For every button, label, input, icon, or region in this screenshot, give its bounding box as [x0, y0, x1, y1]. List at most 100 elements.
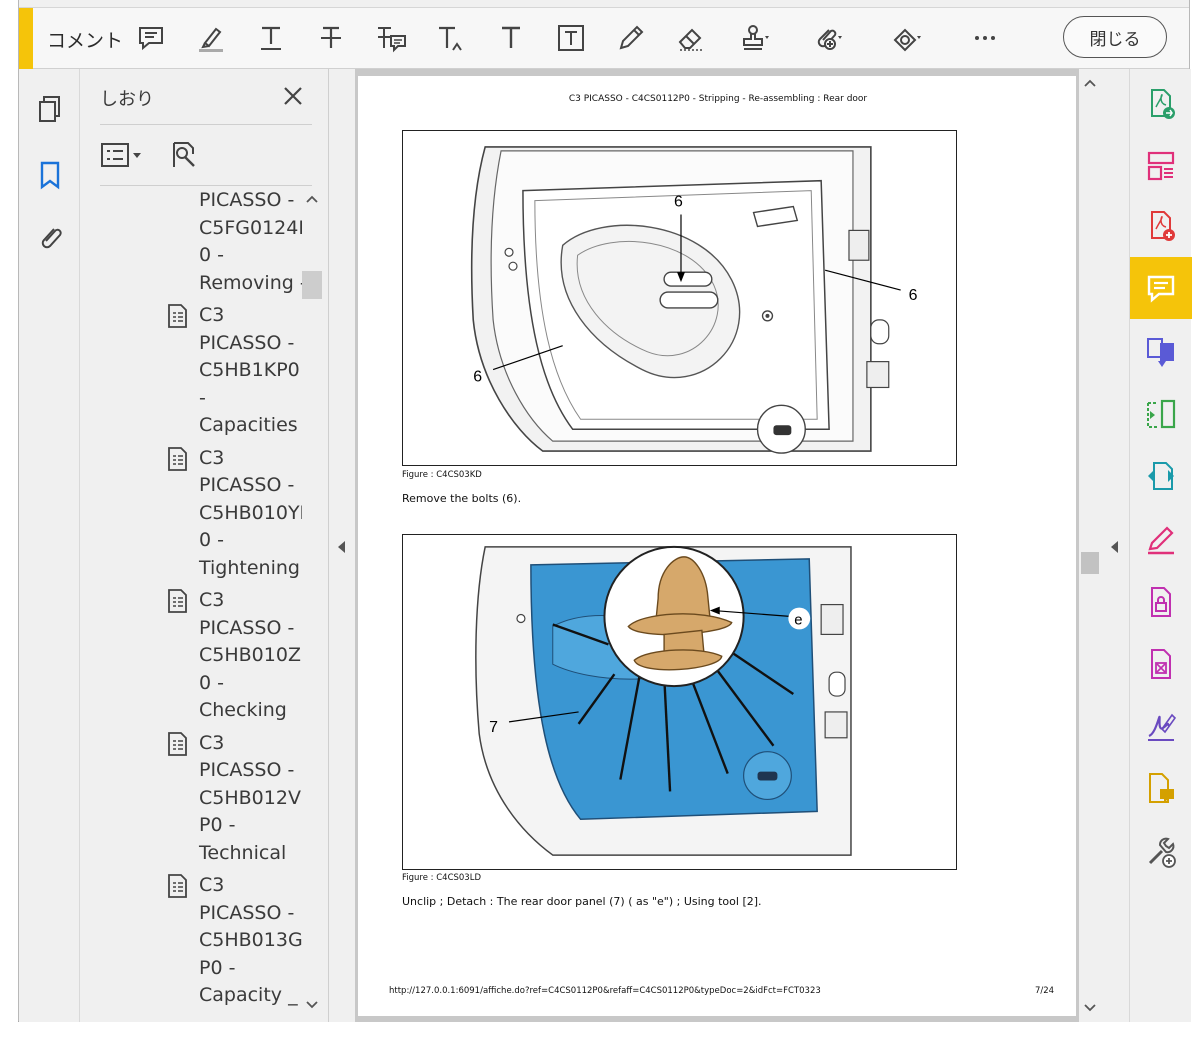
- bookmarks-panel-title: しおり: [100, 89, 154, 110]
- document-view[interactable]: C3 PICASSO - C4CS0112P0 - Stripping - Re…: [355, 69, 1079, 1022]
- find-bookmark-icon[interactable]: [170, 137, 200, 173]
- export-pdf-tool-button[interactable]: [1130, 73, 1192, 135]
- compress-icon: [1147, 399, 1176, 429]
- rear-door-drawing: 6 6 6: [470, 146, 918, 454]
- combine-files-icon: [1147, 338, 1174, 367]
- bookmark-label-line: 0 -: [199, 244, 224, 266]
- close-comment-button[interactable]: 閉じる: [1063, 16, 1167, 58]
- compress-tool-button[interactable]: [1130, 383, 1192, 445]
- pdf-page: C3 PICASSO - C4CS0112P0 - Stripping - Re…: [358, 76, 1076, 1016]
- fill-sign-tool-button[interactable]: [1130, 509, 1192, 571]
- figure-door-panel: e 7: [402, 534, 957, 870]
- share-comment-tool-button[interactable]: [1130, 757, 1192, 819]
- panel-divider: [100, 124, 312, 125]
- stamp-icon[interactable]: [737, 20, 773, 56]
- more-icon[interactable]: [967, 20, 1003, 56]
- sticky-note-icon[interactable]: [133, 20, 169, 56]
- replace-text-icon[interactable]: [373, 20, 409, 56]
- door-panel-drawing: e 7: [475, 545, 852, 856]
- request-signature-tool-button[interactable]: [1130, 695, 1192, 757]
- fill-sign-icon: [1148, 526, 1174, 555]
- bookmark-label-line: PICASSO -: [199, 759, 295, 781]
- bookmark-label-line: PICASSO -: [199, 901, 295, 924]
- bookmark-label-line: C5HB010ZP: [199, 644, 302, 666]
- request-signature-icon: [1148, 713, 1177, 741]
- toolbar-title: コメント: [47, 30, 124, 52]
- attachments-icon[interactable]: [32, 219, 68, 255]
- bookmark-options-button[interactable]: [100, 137, 150, 173]
- bookmark-page-icon: [168, 589, 187, 613]
- bookmark-label-line: C3: [199, 304, 225, 326]
- more-tools-icon: [1148, 837, 1176, 868]
- bookmark-label-line: C3: [199, 446, 225, 469]
- bookmark-label-line: Checking: [199, 699, 287, 721]
- left-navigation-rail: [19, 69, 80, 1022]
- create-pdf-tool-button[interactable]: [1130, 195, 1192, 257]
- collapse-left-icon: [338, 541, 345, 553]
- bookmark-scrollbar[interactable]: [302, 189, 322, 1019]
- shapes-icon[interactable]: [889, 20, 925, 56]
- bookmark-page-icon: [168, 731, 187, 756]
- attach-file-icon[interactable]: [809, 20, 845, 56]
- redact-icon: [1151, 649, 1171, 679]
- instruction-text: Remove the bolts (6).: [402, 492, 522, 505]
- bookmark-item[interactable]: PICASSO - C5FG0124P 0 - Removing -: [80, 187, 302, 302]
- callout-label: 6: [909, 287, 918, 304]
- combine-files-tool-button[interactable]: [1130, 321, 1192, 383]
- bookmark-label-line: -: [199, 386, 206, 409]
- strikethrough-icon[interactable]: [313, 20, 349, 56]
- page-footer-url: http://127.0.0.1:6091/affiche.do?ref=C4C…: [389, 986, 821, 996]
- bookmark-label-line: Capacity _: [199, 984, 298, 1006]
- protect-icon: [1151, 587, 1171, 617]
- figure-door-bolts: 6 6 6: [402, 130, 957, 466]
- bookmark-label-line: PICASSO -: [199, 616, 295, 639]
- page-thumbnails-icon[interactable]: [32, 91, 68, 127]
- collapse-left-panel-strip[interactable]: [329, 69, 355, 1022]
- text-box-icon[interactable]: [553, 20, 589, 56]
- comment-tool-button[interactable]: [1130, 257, 1192, 319]
- document-scrollbar[interactable]: [1079, 69, 1101, 1022]
- callout-label: 7: [489, 719, 498, 736]
- highlight-icon[interactable]: [193, 20, 229, 56]
- collapse-right-panel-strip[interactable]: [1101, 69, 1129, 1022]
- bookmark-page-icon: [168, 874, 187, 898]
- add-text-icon[interactable]: [493, 20, 529, 56]
- bookmark-label-line: C3: [199, 731, 225, 754]
- bookmark-label-line: Technical: [199, 841, 287, 864]
- bookmark-page-icon: [168, 304, 187, 328]
- callout-label: e: [794, 612, 802, 628]
- callout-label: 6: [674, 194, 683, 211]
- bookmark-label-line: 0 -: [199, 671, 224, 694]
- bookmark-item[interactable]: C3 PICASSO - C5HB012V P0 - Technical: [80, 730, 302, 873]
- pencil-icon[interactable]: [613, 20, 649, 56]
- send-for-review-tool-button[interactable]: [1130, 445, 1192, 507]
- bookmark-label-line: Tightening: [199, 556, 300, 579]
- close-panel-icon[interactable]: [280, 83, 306, 109]
- bookmarks-icon[interactable]: [32, 157, 68, 193]
- bookmark-item[interactable]: C3 PICASSO - C5HB010YP 0 - Tightening: [80, 445, 302, 588]
- protect-tool-button[interactable]: [1130, 571, 1192, 633]
- bookmark-item[interactable]: C3 PICASSO - C5HB013G P0 - Capacity _: [80, 872, 302, 1015]
- bookmark-label-line: PICASSO -: [199, 474, 295, 496]
- underline-text-icon[interactable]: [253, 20, 289, 56]
- organize-pages-tool-button[interactable]: [1130, 135, 1192, 197]
- page-header: C3 PICASSO - C4CS0112P0 - Stripping - Re…: [568, 94, 868, 104]
- collapse-right-icon: [1111, 541, 1118, 553]
- bookmark-label-line: C5HB012V: [199, 786, 301, 809]
- more-tools-tool-button[interactable]: [1130, 821, 1192, 883]
- insert-text-icon[interactable]: [433, 20, 469, 56]
- eraser-icon[interactable]: [673, 20, 709, 56]
- bookmark-item[interactable]: C3 PICASSO - C5HB1KP0 - Capacities: [80, 302, 302, 445]
- bookmark-label-line: PICASSO -: [199, 189, 295, 211]
- bookmark-label-line: C5HB013G: [199, 929, 302, 951]
- bookmark-scroll-thumb[interactable]: [302, 271, 322, 299]
- instruction-text: Unclip ; Detach : The rear door panel (7…: [402, 895, 762, 908]
- panel-divider: [100, 185, 312, 186]
- bookmark-label-line: C3: [199, 874, 225, 896]
- bookmark-label-line: Removing -: [199, 271, 302, 294]
- bookmark-label-line: C5FG0124P: [199, 216, 302, 239]
- redact-tool-button[interactable]: [1130, 633, 1192, 695]
- bookmark-item[interactable]: C3 PICASSO - C5HB010ZP 0 - Checking: [80, 587, 302, 730]
- document-scroll-thumb[interactable]: [1081, 552, 1099, 574]
- comment-toolbar: コメント 閉じる: [19, 7, 1189, 69]
